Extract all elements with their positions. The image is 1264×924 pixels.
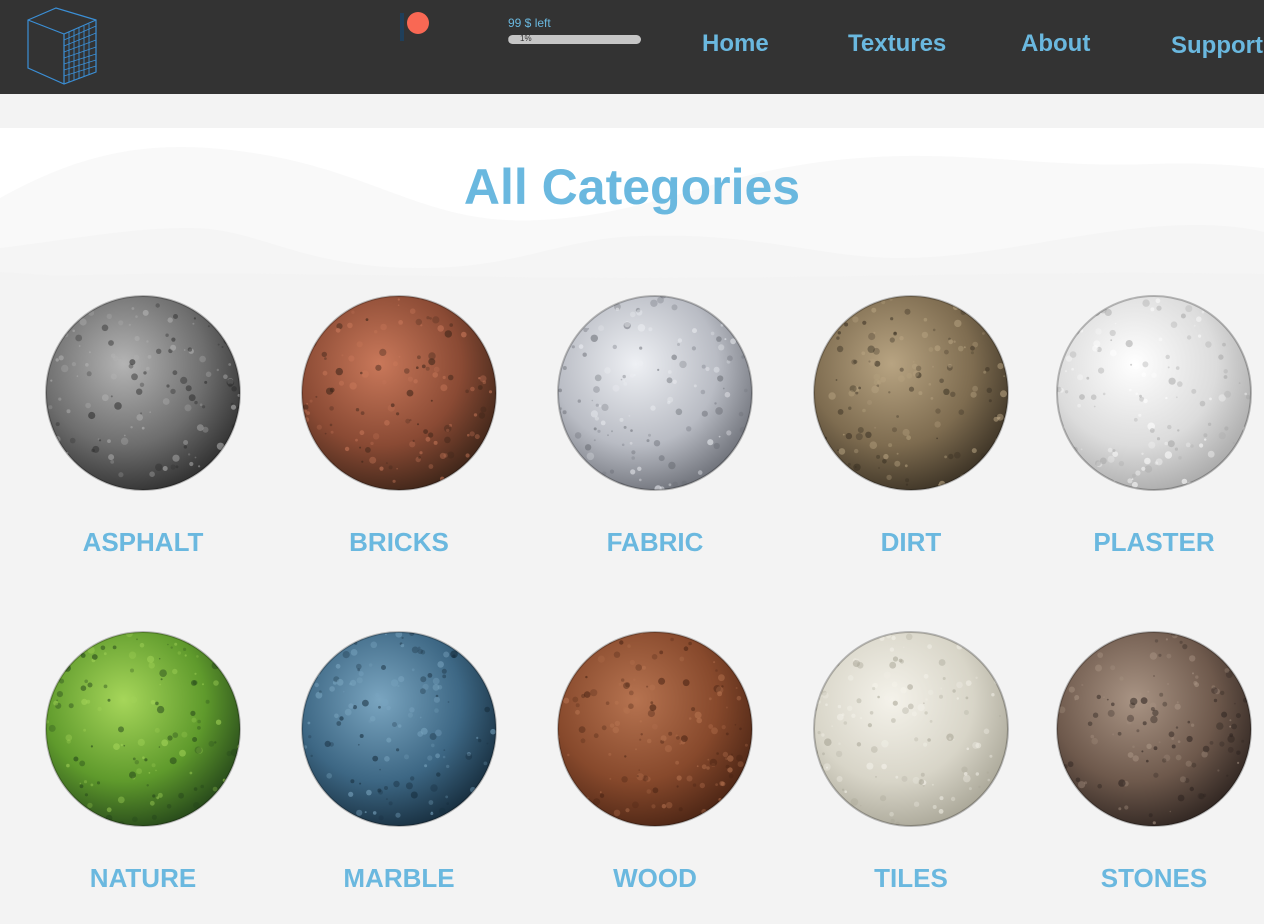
category-card[interactable]: TILES (801, 631, 1021, 893)
category-label: TILES (874, 863, 948, 893)
marble-sphere-image (301, 631, 497, 827)
goal-percent-text: 1% (520, 35, 532, 43)
nav-about-link[interactable]: About (1021, 30, 1090, 58)
nav-textures-link[interactable]: Textures (848, 30, 946, 58)
category-label: NATURE (89, 863, 197, 893)
category-label: PLASTER (1093, 527, 1215, 557)
category-label: BRICKS (349, 527, 449, 557)
wave-background (0, 128, 1264, 308)
top-navbar: 99 $ left 1% Home Textures About Support (0, 0, 1264, 94)
category-card[interactable]: MARBLE (289, 631, 509, 893)
category-label: WOOD (613, 863, 697, 893)
category-label: FABRIC (606, 527, 704, 557)
funding-goal: 99 $ left 1% (508, 16, 642, 44)
goal-progress-bar: 1% (508, 35, 641, 44)
category-card[interactable]: STONES (1044, 631, 1264, 893)
category-label: STONES (1100, 863, 1208, 893)
category-label: ASPHALT (82, 527, 204, 557)
category-label: MARBLE (343, 863, 455, 893)
patreon-icon[interactable] (399, 12, 431, 42)
nav-home-link[interactable]: Home (702, 30, 769, 58)
goal-progress-fill (508, 35, 510, 44)
category-label: DIRT (880, 527, 942, 557)
asphalt-sphere-image (45, 295, 241, 491)
cube-logo-icon[interactable] (24, 6, 100, 86)
nature-sphere-image (45, 631, 241, 827)
dirt-sphere-image (813, 295, 1009, 491)
fabric-sphere-image (557, 295, 753, 491)
category-card[interactable]: NATURE (33, 631, 253, 893)
category-card[interactable]: DIRT (801, 295, 1021, 557)
stones-sphere-image (1056, 631, 1252, 827)
page-title: All Categories (463, 159, 801, 215)
goal-remaining-text: 99 $ left (508, 16, 551, 30)
nav-support-link[interactable]: Support (1171, 32, 1263, 60)
page-hero: All Categories (0, 128, 1264, 308)
wood-sphere-image (557, 631, 753, 827)
category-card[interactable]: ASPHALT (33, 295, 253, 557)
category-card[interactable]: FABRIC (545, 295, 765, 557)
plaster-sphere-image (1056, 295, 1252, 491)
tiles-sphere-image (813, 631, 1009, 827)
category-card[interactable]: WOOD (545, 631, 765, 893)
category-card[interactable]: BRICKS (289, 295, 509, 557)
category-card[interactable]: PLASTER (1044, 295, 1264, 557)
bricks-sphere-image (301, 295, 497, 491)
